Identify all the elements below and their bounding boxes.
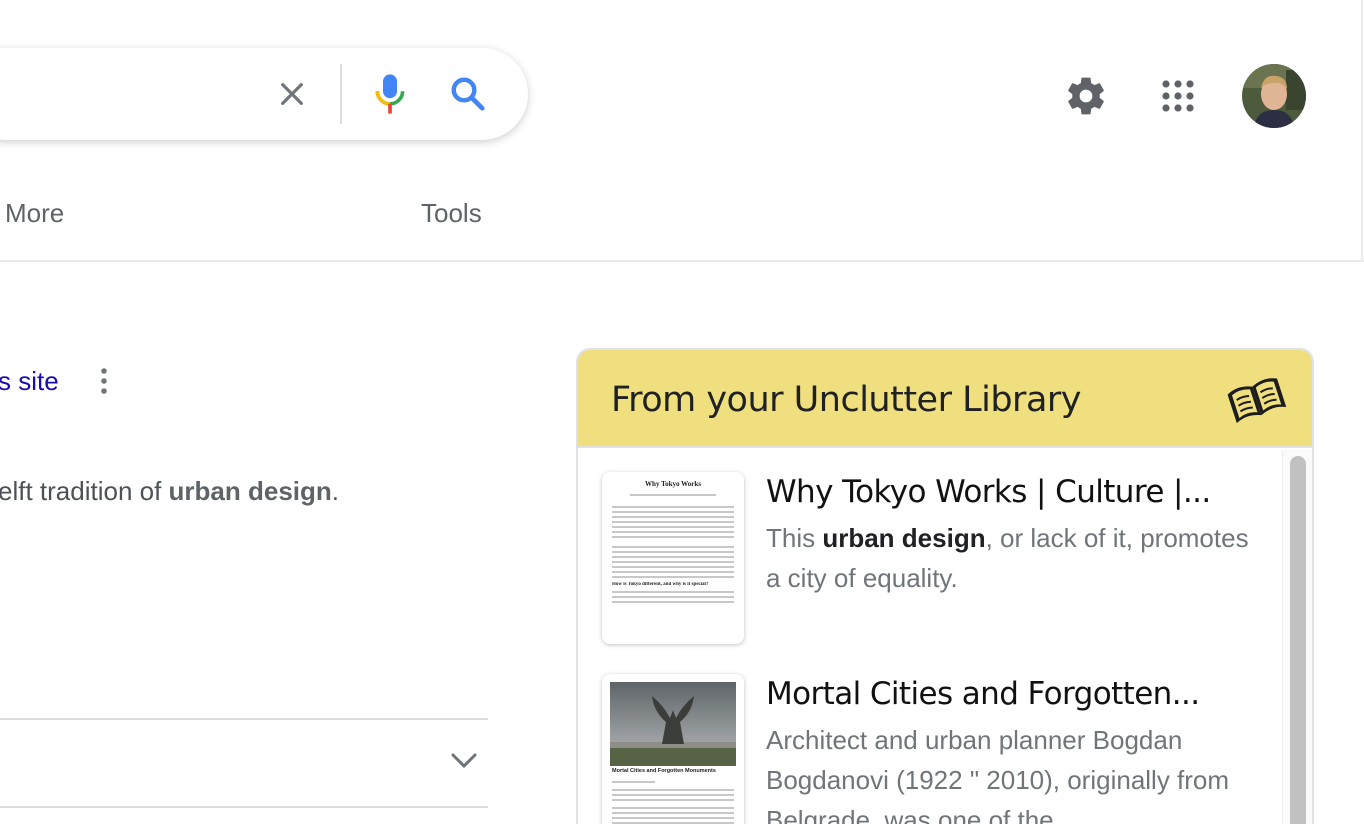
mic-icon <box>375 74 405 114</box>
search-button[interactable] <box>444 70 492 118</box>
snippet-text-end: . <box>331 476 340 506</box>
book-icon <box>1227 378 1286 424</box>
article-title[interactable]: Why Tokyo Works | Culture |... <box>766 474 1211 510</box>
settings-button[interactable] <box>1060 70 1112 122</box>
snippet-text: elft tradition of <box>0 476 169 506</box>
unclutter-panel-title: From your Unclutter Library <box>611 380 1082 420</box>
google-apps-button[interactable] <box>1152 70 1204 122</box>
unclutter-panel-header: From your Unclutter Library <box>578 350 1312 448</box>
result-options-button[interactable] <box>88 364 120 398</box>
result-site-link[interactable]: s site <box>0 366 59 397</box>
search-box-divider <box>340 64 342 124</box>
panel-scrollbar[interactable] <box>1290 456 1306 824</box>
gear-icon <box>1068 77 1104 115</box>
chevron-down-icon <box>451 753 477 769</box>
voice-search-button[interactable] <box>366 70 414 118</box>
close-icon <box>281 83 303 105</box>
more-vert-icon <box>101 368 107 394</box>
library-article[interactable]: Why Tokyo Works How is Tokyo different, … <box>602 472 1262 652</box>
library-article[interactable]: Mortal Cities and Forgotten Monuments Mo… <box>602 674 1262 824</box>
clear-search-button[interactable] <box>270 72 314 116</box>
article-thumbnail: Why Tokyo Works How is Tokyo different, … <box>602 472 744 644</box>
thumbnail-heading: Why Tokyo Works <box>645 480 701 488</box>
tab-tools[interactable]: Tools <box>421 198 482 229</box>
article-title[interactable]: Mortal Cities and Forgotten... <box>766 676 1200 712</box>
user-avatar-icon <box>1242 64 1306 128</box>
search-icon <box>451 77 485 111</box>
apps-grid-icon <box>1162 80 1194 112</box>
header-divider <box>0 260 1364 262</box>
thumbnail-subheading: How is Tokyo different, and why is it sp… <box>612 582 709 587</box>
expand-button[interactable] <box>446 744 482 778</box>
page-edge-divider <box>1361 0 1363 262</box>
result-snippet: elft tradition of urban design. <box>0 476 339 507</box>
excerpt-text: This <box>766 523 823 553</box>
related-divider <box>0 806 488 808</box>
tab-more[interactable]: More <box>5 198 64 229</box>
thumbnail-heading: Mortal Cities and Forgotten Monuments <box>612 768 716 774</box>
account-avatar[interactable] <box>1242 64 1306 128</box>
article-excerpt: Architect and urban planner Bogdan Bogda… <box>766 725 1230 824</box>
monument-photo <box>610 682 736 766</box>
snippet-highlight: urban design <box>168 476 332 506</box>
article-excerpt: This urban design, or lack of it, promot… <box>766 518 1266 598</box>
unclutter-library-panel: From your Unclutter Library Why Tokyo Wo… <box>576 348 1314 824</box>
article-thumbnail: Mortal Cities and Forgotten Monuments <box>602 674 744 824</box>
related-divider <box>0 718 488 720</box>
excerpt-highlight: urban design <box>822 523 986 553</box>
